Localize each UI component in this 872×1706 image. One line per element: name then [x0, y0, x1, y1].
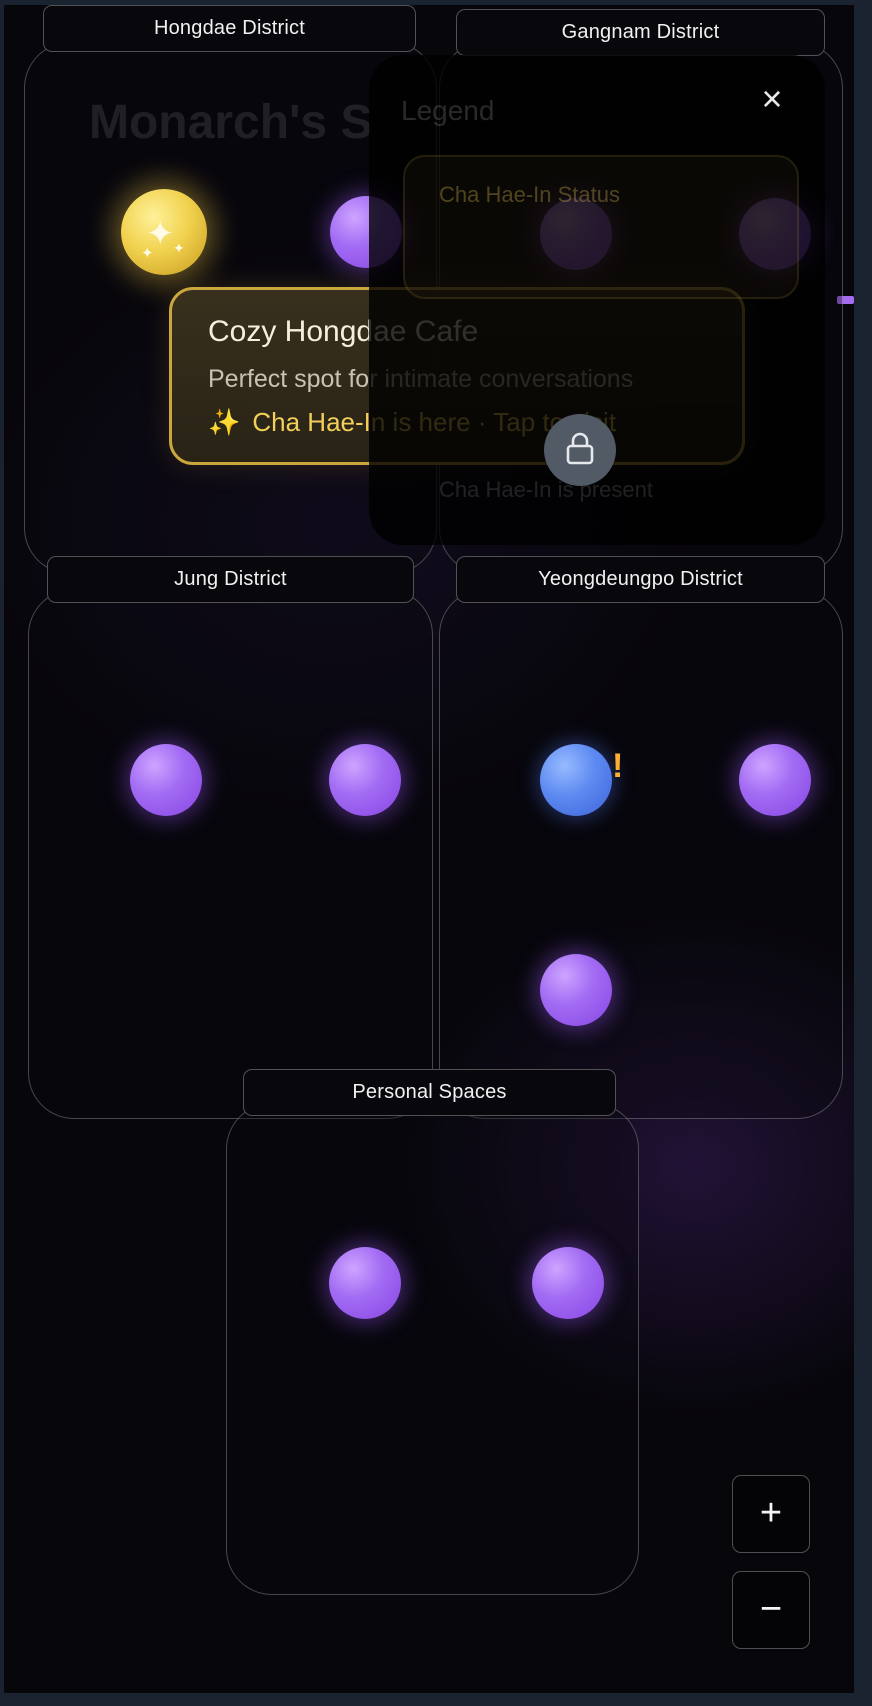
district-personal-spaces [226, 1103, 639, 1595]
location-node[interactable] [540, 954, 612, 1026]
location-node[interactable] [329, 1247, 401, 1319]
alert-icon: ! [612, 747, 624, 785]
sparkle-icon: ✨ [208, 407, 241, 437]
location-node[interactable] [739, 744, 811, 816]
district-label-personal-spaces[interactable]: Personal Spaces [243, 1069, 616, 1116]
legend-note: Cha Hae-In is present [439, 477, 653, 502]
district-label-hongdae[interactable]: Hongdae District [43, 5, 416, 52]
sparkle-icon-small: ✦ [141, 245, 154, 262]
legend-card [403, 155, 799, 299]
close-button[interactable]: × [754, 81, 790, 117]
legend-status-line: Cha Hae-In Status [439, 182, 620, 207]
legend-header: Legend [401, 95, 495, 126]
location-node[interactable] [329, 744, 401, 816]
location-node[interactable] [532, 1247, 604, 1319]
district-yeongdeungpo [439, 589, 843, 1119]
zoom-in-button[interactable]: + [732, 1475, 810, 1553]
sparkle-icon-small: ✦ [173, 240, 185, 256]
zoom-out-button[interactable]: − [732, 1571, 810, 1649]
district-label-gangnam[interactable]: Gangnam District [456, 9, 825, 56]
map-canvas[interactable]: Monarch's S Hongdae District Gangnam Dis… [4, 5, 854, 1693]
lock-icon [566, 432, 594, 465]
location-node-cafe-active[interactable]: ✦ ✦ ✦ [121, 189, 207, 275]
district-label-yeongdeungpo[interactable]: Yeongdeungpo District [456, 556, 825, 603]
app-title-ghost: Monarch's S [89, 96, 373, 149]
lock-button[interactable] [544, 414, 616, 486]
district-jung [28, 589, 433, 1119]
location-node[interactable] [130, 744, 202, 816]
district-label-jung[interactable]: Jung District [47, 556, 414, 603]
location-node-event[interactable] [540, 744, 612, 816]
